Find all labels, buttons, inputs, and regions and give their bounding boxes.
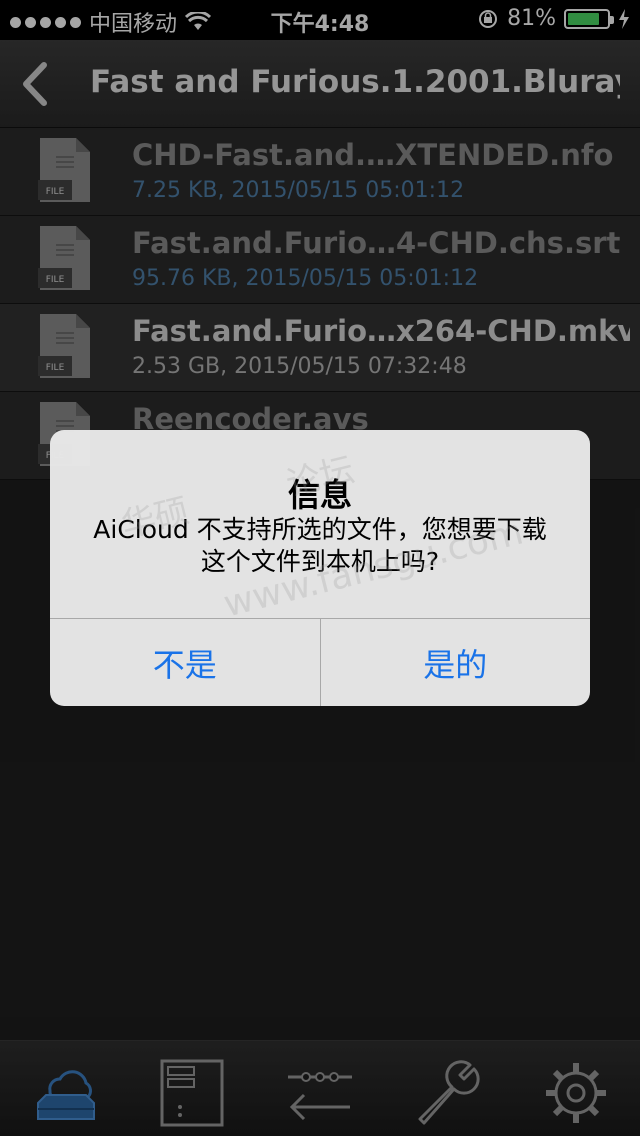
alert-message: AiCloud 不支持所选的文件，您想要下载这个文件到本机上吗?: [93, 515, 547, 576]
alert-title: 信息: [287, 476, 352, 514]
alert-buttons: 不是 是的: [50, 618, 590, 706]
alert-dialog: 信息 AiCloud 不支持所选的文件，您想要下载这个文件到本机上吗? 不是 是…: [50, 430, 590, 706]
cancel-button[interactable]: 不是: [50, 619, 320, 706]
confirm-button[interactable]: 是的: [319, 619, 591, 706]
